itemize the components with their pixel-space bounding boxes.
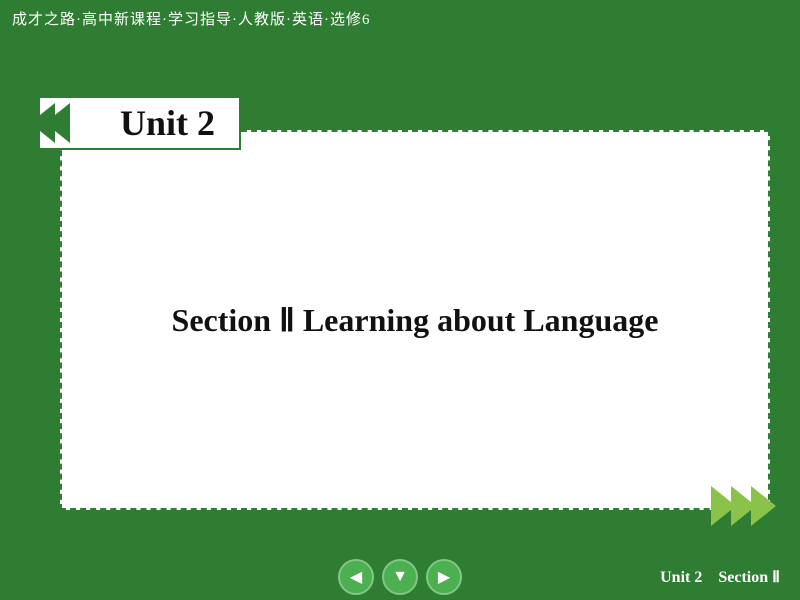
unit-heading-bar: Unit 2 [40, 96, 241, 150]
home-button[interactable]: ▼ [382, 559, 418, 595]
top-header-bar: 成才之路·高中新课程·学习指导·人教版·英语·选修6 [0, 0, 800, 36]
header-title: 成才之路·高中新课程·学习指导·人教版·英语·选修6 [12, 8, 370, 29]
nav-buttons-group: ◀ ▼ ▶ [338, 559, 462, 595]
prev-icon: ◀ [350, 567, 362, 587]
bottom-unit-text: Unit 2 [660, 569, 702, 586]
bottom-unit-section-label: Unit 2 Section Ⅱ [660, 567, 780, 587]
next-button[interactable]: ▶ [426, 559, 462, 595]
content-card: Section Ⅱ Learning about Language [60, 130, 770, 510]
section-full-title: Section Ⅱ Learning about Language [172, 301, 659, 339]
bottom-section-text: Section Ⅱ [718, 569, 780, 586]
left-chevrons-icon [5, 101, 75, 145]
next-icon: ▶ [438, 567, 450, 587]
right-chevrons-icon [706, 482, 796, 530]
prev-button[interactable]: ◀ [338, 559, 374, 595]
home-icon: ▼ [392, 568, 408, 586]
unit-title: Unit 2 [120, 102, 215, 144]
bottom-nav-bar: ◀ ▼ ▶ Unit 2 Section Ⅱ [0, 554, 800, 600]
